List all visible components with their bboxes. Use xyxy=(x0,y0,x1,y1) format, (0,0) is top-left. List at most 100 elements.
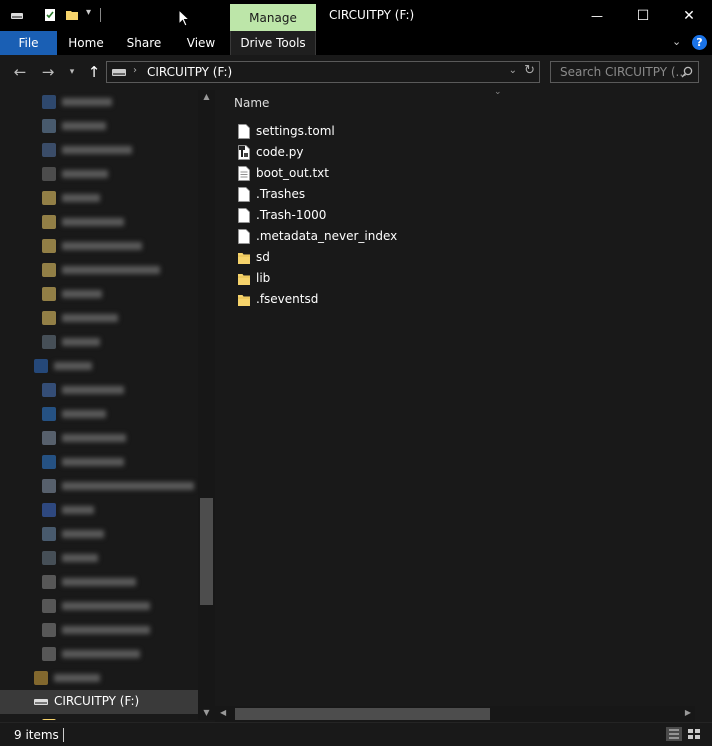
search-icon[interactable] xyxy=(681,66,693,78)
nav-item[interactable] xyxy=(0,378,198,402)
minimize-icon: — xyxy=(591,8,603,23)
tab-share[interactable]: Share xyxy=(118,31,170,55)
address-bar[interactable]: › CIRCUITPY (F:) ⌄ ↻ xyxy=(106,61,540,83)
file-name: .Trash-1000 xyxy=(256,208,327,222)
nav-item[interactable] xyxy=(0,666,198,690)
file-name: lib xyxy=(256,271,271,285)
breadcrumb-chevron-icon[interactable]: › xyxy=(133,65,137,76)
list-item[interactable]: boot_out.txt xyxy=(235,163,435,184)
nav-item[interactable] xyxy=(0,642,198,666)
nav-item[interactable] xyxy=(0,522,198,546)
recent-locations-chevron-icon[interactable]: ▾ xyxy=(62,67,82,77)
scroll-up-icon[interactable]: ▲ xyxy=(200,92,213,101)
nav-item-label xyxy=(62,482,194,490)
address-row: ← → ▾ ↑ › CIRCUITPY (F:) ⌄ ↻ Search CIRC… xyxy=(0,55,712,90)
nav-item-label xyxy=(62,650,140,658)
list-item[interactable]: .Trashes xyxy=(235,184,435,205)
new-folder-icon[interactable] xyxy=(65,8,79,22)
tab-view[interactable]: View xyxy=(176,31,226,55)
list-item[interactable]: .fseventsd xyxy=(235,289,435,310)
nav-item[interactable] xyxy=(0,546,198,570)
list-item[interactable]: lib xyxy=(235,268,435,289)
nav-item[interactable] xyxy=(0,618,198,642)
list-item[interactable]: .Trash-1000 xyxy=(235,205,435,226)
navigation-pane[interactable]: CIRCUITPY (F:) ▲ ▼ xyxy=(0,90,215,720)
videos-icon xyxy=(42,551,56,565)
nav-item[interactable] xyxy=(0,90,198,114)
maximize-button[interactable]: ☐ xyxy=(620,0,666,31)
list-item[interactable]: code.py xyxy=(235,142,435,163)
minimize-button[interactable]: — xyxy=(574,0,620,31)
scroll-left-icon[interactable]: ◀ xyxy=(220,708,226,717)
nav-item[interactable] xyxy=(0,474,198,498)
customize-quick-access-icon[interactable]: ▾ xyxy=(86,7,100,21)
scrollbar-corner xyxy=(695,706,712,722)
forward-arrow-icon[interactable]: → xyxy=(38,63,58,81)
tab-drive-tools[interactable]: Drive Tools xyxy=(230,31,316,55)
nav-item[interactable] xyxy=(0,330,198,354)
nav-item[interactable] xyxy=(0,498,198,522)
help-button[interactable]: ? xyxy=(692,35,707,50)
nav-item-label xyxy=(62,434,126,442)
tab-file[interactable]: File xyxy=(0,31,57,55)
nav-item[interactable] xyxy=(0,114,198,138)
properties-icon[interactable] xyxy=(43,8,57,22)
python-file-icon xyxy=(238,145,250,160)
address-dropdown-icon[interactable]: ⌄ xyxy=(509,65,517,76)
folder-icon xyxy=(42,191,56,205)
horizontal-scrollbar[interactable]: ◀ ▶ xyxy=(215,706,695,722)
file-name: code.py xyxy=(256,145,304,159)
tab-home[interactable]: Home xyxy=(60,31,112,55)
nav-item-label xyxy=(62,602,150,610)
close-button[interactable]: ✕ xyxy=(666,0,712,31)
drive-icon[interactable] xyxy=(10,8,24,22)
documents-icon xyxy=(42,431,56,445)
nav-item-circuitpy[interactable]: CIRCUITPY (F:) xyxy=(0,690,198,714)
back-arrow-icon[interactable]: ← xyxy=(10,63,30,81)
search-box[interactable]: Search CIRCUITPY (... xyxy=(550,61,699,83)
nav-item[interactable] xyxy=(0,450,198,474)
nav-item[interactable] xyxy=(0,354,198,378)
file-list-pane[interactable]: ⌄ Name settings.toml code.py boot_out.tx… xyxy=(215,87,712,706)
navigation-scrollbar[interactable]: ▲ ▼ xyxy=(198,90,215,720)
nav-item[interactable] xyxy=(0,162,198,186)
manage-tab[interactable]: Manage xyxy=(230,4,316,31)
nav-item[interactable] xyxy=(0,234,198,258)
nav-item-label xyxy=(62,314,118,322)
nav-item[interactable] xyxy=(0,258,198,282)
scrollbar-thumb[interactable] xyxy=(235,708,490,720)
pictures-icon xyxy=(42,527,56,541)
nav-item-label xyxy=(54,362,92,370)
list-item[interactable]: sd xyxy=(235,247,435,268)
address-path[interactable]: CIRCUITPY (F:) xyxy=(147,65,232,79)
expand-ribbon-chevron-icon[interactable]: ⌄ xyxy=(672,35,681,48)
column-header-name[interactable]: Name xyxy=(234,96,269,110)
scroll-down-icon[interactable]: ▼ xyxy=(200,708,213,717)
nav-item[interactable] xyxy=(0,402,198,426)
refresh-icon[interactable]: ↻ xyxy=(524,63,535,78)
nav-item[interactable] xyxy=(0,714,198,720)
nav-item-label xyxy=(62,194,100,202)
details-view-icon[interactable] xyxy=(666,727,682,741)
music-icon xyxy=(42,503,56,517)
folder-icon xyxy=(238,253,250,264)
large-icons-view-icon[interactable] xyxy=(686,727,702,741)
nav-item[interactable] xyxy=(0,594,198,618)
list-item[interactable]: .metadata_never_index xyxy=(235,226,435,247)
search-input[interactable]: Search CIRCUITPY (... xyxy=(560,65,687,79)
nav-item[interactable] xyxy=(0,570,198,594)
scrollbar-thumb[interactable] xyxy=(200,498,213,605)
nav-item[interactable] xyxy=(0,138,198,162)
drive-icon xyxy=(34,699,48,705)
nav-item[interactable] xyxy=(0,186,198,210)
scroll-right-icon[interactable]: ▶ xyxy=(685,708,691,717)
nav-item[interactable] xyxy=(0,426,198,450)
list-item[interactable]: settings.toml xyxy=(235,121,435,142)
folder-icon xyxy=(42,287,56,301)
nav-item[interactable] xyxy=(0,282,198,306)
up-arrow-icon[interactable]: ↑ xyxy=(84,63,104,81)
nav-item-label xyxy=(62,530,104,538)
nav-item[interactable] xyxy=(0,210,198,234)
nav-item-label: CIRCUITPY (F:) xyxy=(54,694,140,708)
nav-item[interactable] xyxy=(0,306,198,330)
